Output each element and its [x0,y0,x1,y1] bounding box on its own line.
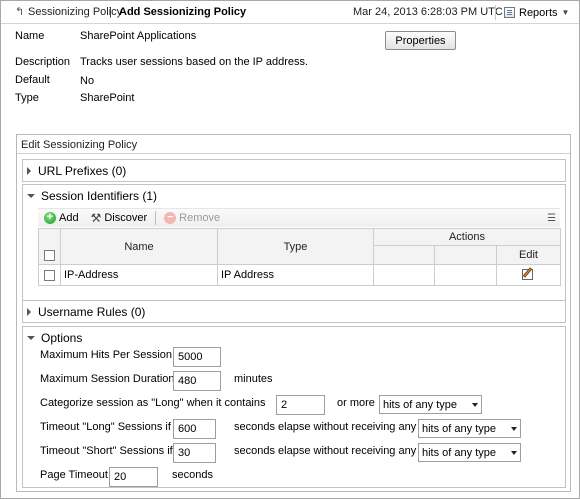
breadcrumb-separator: | [109,6,112,18]
timeout-long-label: Timeout "Long" Sessions if [40,421,171,433]
chevron-down-icon [472,402,478,407]
url-prefixes-section: URL Prefixes (0) [22,159,566,182]
row-action-1-cell [373,264,435,286]
name-value: SharePoint Applications [80,30,197,42]
expand-arrow-icon [27,307,31,316]
discover-label: Discover [104,212,148,224]
description-value: Tracks user sessions based on the IP add… [80,56,309,68]
remove-button[interactable]: − Remove [158,209,226,228]
timeout-long-select-value: hits of any type [422,422,496,435]
max-hits-label: Maximum Hits Per Session [40,349,173,361]
long-session-or-more: or more [337,397,375,409]
session-identifiers-title: Session Identifiers (1) [41,188,158,203]
header-divider [495,5,496,20]
breadcrumb-arrow-icon: ↰ [15,6,25,18]
timeout-long-select[interactable]: hits of any type [418,419,521,438]
long-session-select[interactable]: hits of any type [379,395,482,414]
wrench-icon: ⚒ [90,211,102,225]
url-prefixes-header[interactable]: URL Prefixes (0) [23,160,565,181]
column-header-edit: Edit [496,245,561,265]
column-header-actions: Actions [373,227,561,247]
collapse-arrow-icon [27,335,35,340]
window-frame: ↰ Sessionizing Policy | Add Sessionizing… [0,0,580,499]
discover-button[interactable]: ⚒ Discover [85,209,154,228]
reports-icon [504,7,515,18]
session-identifiers-toolbar: + Add ⚒ Discover − Remove ☰ [38,208,560,227]
column-menu-icon[interactable]: ☰ [547,213,556,224]
username-rules-title: Username Rules (0) [38,304,146,319]
chevron-down-icon: ▼ [561,8,570,17]
remove-label: Remove [179,212,221,224]
chevron-down-icon [511,450,517,455]
options-header[interactable]: Options [23,327,565,348]
long-session-label: Categorize session as "Long" when it con… [40,397,266,409]
remove-icon: − [164,212,177,224]
timeout-short-label: Timeout "Short" Sessions if [40,445,173,457]
column-header-action-1 [373,245,435,265]
timeout-long-input[interactable] [173,419,216,439]
timeout-short-select-value: hits of any type [422,446,496,459]
row-checkbox-cell [38,264,61,286]
timestamp: Mar 24, 2013 6:28:03 PM UTC [353,6,503,18]
row-checkbox[interactable] [44,269,55,281]
type-label: Type [15,92,39,104]
url-prefixes-title: URL Prefixes (0) [38,163,127,178]
options-title: Options [41,330,83,345]
column-header-type[interactable]: Type [217,228,374,265]
max-duration-unit: minutes [234,373,273,385]
chevron-down-icon [511,426,517,431]
username-rules-header[interactable]: Username Rules (0) [23,301,565,322]
page-title: Add Sessionizing Policy [119,6,247,18]
max-duration-input[interactable] [173,371,221,391]
session-identifiers-header[interactable]: Session Identifiers (1) [23,185,565,206]
page-timeout-label: Page Timeout [40,469,108,481]
max-duration-label: Maximum Session Duration [40,373,175,385]
reports-label: Reports [519,6,558,19]
column-header-action-2 [434,245,497,265]
select-all-checkbox[interactable] [44,249,55,261]
session-identifiers-table: Name Type Actions Edit IP-Address IP Add… [38,227,561,286]
edit-panel-title: Edit Sessionizing Policy [17,135,570,154]
breadcrumb: ↰ Sessionizing Policy | Add Sessionizing… [1,1,579,24]
long-session-input[interactable] [276,395,325,415]
timeout-short-text: seconds elapse without receiving any [234,445,417,457]
max-hits-input[interactable] [173,347,221,367]
toolbar-divider [155,211,157,225]
table-row[interactable]: IP-Address IP Address [38,264,561,286]
select-all-header [38,228,61,265]
row-action-2-cell [434,264,497,286]
row-name-cell: IP-Address [60,264,218,286]
properties-button[interactable]: Properties [385,31,456,50]
default-value: No [80,75,95,87]
timeout-short-input[interactable] [173,443,216,463]
name-label: Name [15,30,45,42]
add-icon: + [44,212,56,224]
edit-sessionizing-policy-panel: Edit Sessionizing Policy URL Prefixes (0… [16,134,571,492]
edit-icon[interactable] [521,267,536,280]
add-button[interactable]: + Add [38,209,85,228]
page-timeout-input[interactable] [109,467,158,487]
reports-menu[interactable]: Reports ▼ [504,4,569,21]
column-header-name[interactable]: Name [60,228,218,265]
expand-arrow-icon [27,166,31,175]
long-session-select-value: hits of any type [383,398,457,411]
row-type-cell: IP Address [217,264,374,286]
timeout-long-text: seconds elapse without receiving any [234,421,417,433]
type-value: SharePoint [80,92,135,104]
collapse-arrow-icon [27,193,35,198]
row-edit-cell [496,264,561,286]
default-label: Default [15,74,50,86]
description-label: Description [15,56,71,68]
username-rules-section: Username Rules (0) [22,300,566,323]
timeout-short-select[interactable]: hits of any type [418,443,521,462]
add-label: Add [59,212,79,224]
page-timeout-unit: seconds [172,469,213,481]
